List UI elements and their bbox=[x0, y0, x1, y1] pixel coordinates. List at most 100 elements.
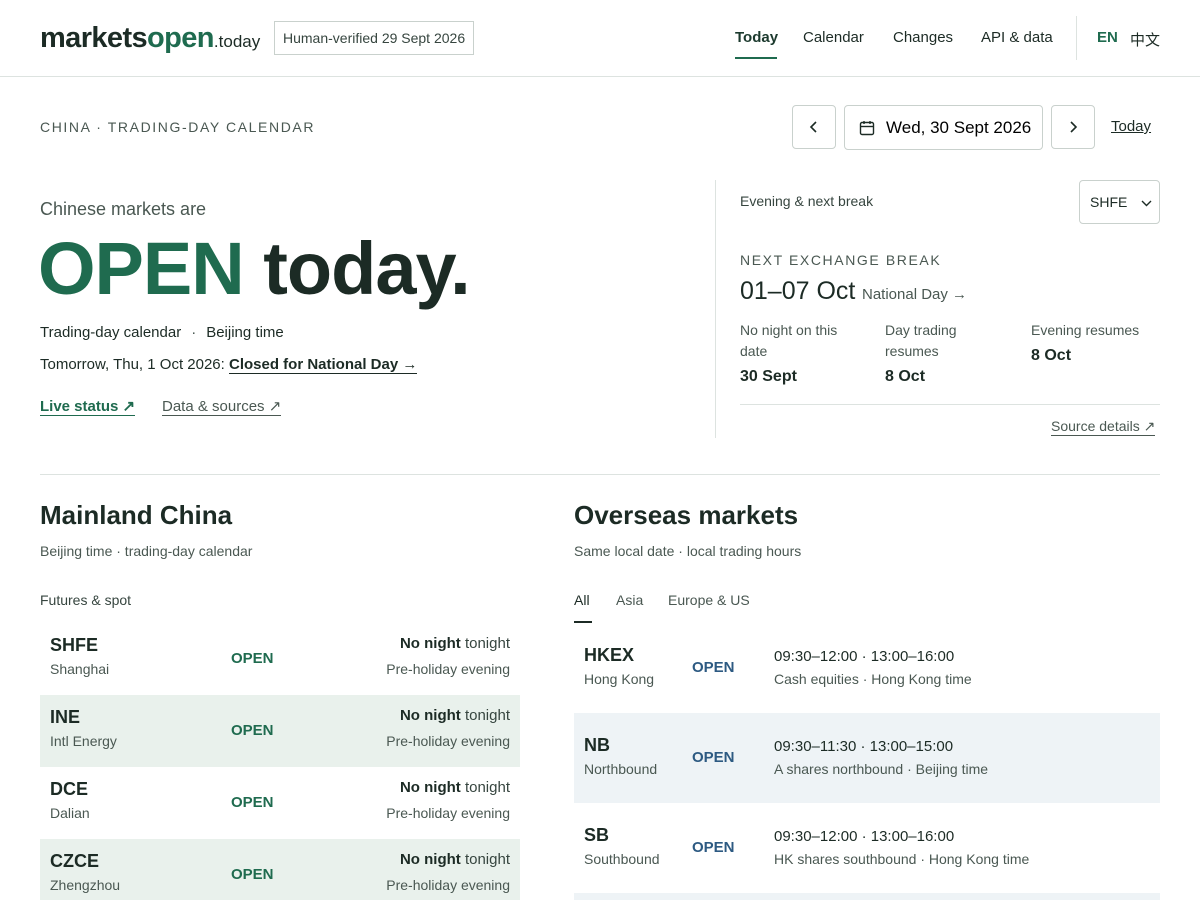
night-status-rest: tonight bbox=[464, 707, 510, 724]
night-status-rest: tonight bbox=[464, 635, 510, 652]
panel-divider bbox=[715, 180, 716, 438]
overseas-subtitle: Same local date · local trading hours bbox=[574, 543, 802, 559]
overseas-row-nb[interactable]: NB Northbound OPEN 09:30–11:30 · 13:00–1… bbox=[574, 713, 1160, 803]
exchange-code: CZCE bbox=[50, 851, 99, 871]
market-city: Southbound bbox=[584, 851, 660, 867]
exchange-city: Shanghai bbox=[50, 661, 110, 677]
next-break-holiday-link[interactable]: National Day → bbox=[862, 286, 967, 303]
status-badge: OPEN bbox=[692, 659, 735, 676]
exchange-select-value: SHFE bbox=[1090, 194, 1128, 210]
night-status: No night tonight bbox=[400, 707, 510, 724]
data-sources-link[interactable]: Data & sources ↗ bbox=[162, 397, 282, 416]
next-break-eyebrow: NEXT EXCHANGE BREAK bbox=[740, 252, 942, 268]
night-status-bold: No night bbox=[399, 707, 461, 724]
hero-meta: Trading-day calendar · Beijing time bbox=[40, 324, 284, 341]
selected-date: Wed, 30 Sept 2026 bbox=[886, 118, 1032, 137]
night-status-rest: tonight bbox=[464, 851, 510, 868]
tab-all[interactable]: All bbox=[574, 592, 590, 608]
chevron-down-icon bbox=[1141, 200, 1152, 207]
exchange-city: Intl Energy bbox=[50, 733, 117, 749]
night-status-bold: No night bbox=[399, 851, 461, 868]
verified-badge: Human-verified 29 Sept 2026 bbox=[274, 21, 475, 55]
mainland-row-dce[interactable]: DCE Dalian OPEN No night tonight Pre-hol… bbox=[40, 767, 520, 839]
panel-rule bbox=[740, 404, 1160, 405]
tomorrow-line: Tomorrow, Thu, 1 Oct 2026: Closed for Na… bbox=[40, 356, 418, 374]
status-badge: OPEN bbox=[231, 794, 274, 811]
meta-separator: · bbox=[191, 324, 197, 341]
hero-intro: Chinese markets are bbox=[40, 199, 207, 219]
nav-today[interactable]: Today bbox=[735, 29, 778, 46]
panel-label: Evening & next break bbox=[740, 193, 874, 209]
trading-hours: 09:30–12:00 · 13:00–16:00 bbox=[774, 648, 955, 665]
status-badge: OPEN bbox=[231, 866, 274, 883]
exchange-code: DCE bbox=[50, 779, 89, 799]
cell-value-evening-resumes: 8 Oct bbox=[1031, 347, 1072, 364]
trading-hours: 09:30–12:00 · 13:00–16:00 bbox=[774, 828, 955, 845]
tomorrow-prefix: Tomorrow, Thu, 1 Oct 2026: bbox=[40, 356, 225, 373]
lang-zh[interactable]: 中文 bbox=[1130, 29, 1160, 50]
live-status-link[interactable]: Live status ↗ bbox=[40, 397, 136, 416]
tab-europe-us[interactable]: Europe & US bbox=[668, 592, 750, 608]
mainland-row-ine[interactable]: INE Intl Energy OPEN No night tonight Pr… bbox=[40, 695, 520, 767]
date-picker-button[interactable]: Wed, 30 Sept 2026 bbox=[844, 105, 1043, 150]
tab-asia[interactable]: Asia bbox=[616, 592, 643, 608]
mainland-subtitle: Beijing time · trading-day calendar bbox=[40, 543, 253, 559]
night-status-bold: No night bbox=[399, 779, 461, 796]
market-description: Cash equities · Hong Kong time bbox=[774, 671, 972, 687]
lang-en[interactable]: EN bbox=[1097, 29, 1118, 46]
hero-today: today. bbox=[263, 227, 470, 310]
tomorrow-closed-link[interactable]: Closed for National Day → bbox=[228, 356, 418, 374]
session-note: Pre-holiday evening bbox=[386, 877, 510, 893]
night-status: No night tonight bbox=[400, 779, 510, 796]
today-link[interactable]: Today bbox=[1111, 118, 1151, 135]
status-badge: OPEN bbox=[231, 722, 274, 739]
market-city: Hong Kong bbox=[584, 671, 655, 687]
cell-label-no-night: No night on this date bbox=[740, 322, 838, 359]
exchange-code: INE bbox=[50, 707, 81, 727]
nav-api-data[interactable]: API & data bbox=[981, 29, 1053, 46]
cell-label-day-resumes: Day trading resumes bbox=[885, 322, 957, 359]
nav-active-indicator bbox=[735, 57, 777, 59]
market-description: HK shares southbound · Hong Kong time bbox=[774, 851, 1030, 867]
night-status: No night tonight bbox=[400, 635, 510, 652]
nav-changes[interactable]: Changes bbox=[893, 29, 953, 46]
mainland-row-shfe[interactable]: SHFE Shanghai OPEN No night tonight Pre-… bbox=[40, 623, 520, 695]
mainland-title: Mainland China bbox=[40, 500, 233, 530]
status-badge: OPEN bbox=[692, 839, 735, 856]
market-city: Northbound bbox=[584, 761, 658, 777]
overseas-row-partial bbox=[574, 893, 1160, 900]
night-status-bold: No night bbox=[399, 635, 461, 652]
next-break-range: 01–07 Oct bbox=[740, 277, 856, 305]
section-divider bbox=[40, 474, 1160, 475]
night-status-rest: tonight bbox=[464, 779, 510, 796]
nav-divider bbox=[1076, 16, 1077, 60]
calendar-icon bbox=[859, 121, 875, 136]
trading-hours: 09:30–11:30 · 13:00–15:00 bbox=[774, 738, 954, 755]
session-note: Pre-holiday evening bbox=[386, 805, 510, 821]
cell-value-day-resumes: 8 Oct bbox=[885, 368, 926, 385]
mainland-row-czce[interactable]: CZCE Zhengzhou OPEN No night tonight Pre… bbox=[40, 839, 520, 900]
market-code: NB bbox=[584, 735, 610, 755]
market-description: A shares northbound · Beijing time bbox=[774, 761, 989, 777]
logo-markets: markets bbox=[40, 22, 148, 54]
source-details-link[interactable]: Source details ↗ bbox=[1051, 418, 1156, 436]
session-note: Pre-holiday evening bbox=[386, 661, 510, 677]
exchange-select[interactable]: SHFE bbox=[1079, 180, 1160, 224]
overseas-title: Overseas markets bbox=[574, 500, 799, 530]
overseas-row-hkex[interactable]: HKEX Hong Kong OPEN 09:30–12:00 · 13:00–… bbox=[574, 623, 1160, 713]
exchange-city: Zhengzhou bbox=[50, 877, 121, 893]
session-note: Pre-holiday evening bbox=[386, 733, 510, 749]
logo-tld: .today bbox=[213, 32, 261, 51]
status-badge: OPEN bbox=[692, 749, 735, 766]
prev-day-button[interactable] bbox=[792, 105, 836, 149]
chevron-left-icon bbox=[809, 121, 817, 133]
nav-calendar[interactable]: Calendar bbox=[803, 29, 864, 46]
next-day-button[interactable] bbox=[1051, 105, 1095, 149]
market-code: SB bbox=[584, 825, 610, 845]
chevron-right-icon bbox=[1070, 121, 1078, 133]
site-logo[interactable]: marketsopen.today bbox=[40, 22, 260, 55]
logo-open: open bbox=[147, 22, 214, 54]
overseas-row-sb[interactable]: SB Southbound OPEN 09:30–12:00 · 13:00–1… bbox=[574, 803, 1160, 893]
top-header: marketsopen.today Human-verified 29 Sept… bbox=[0, 0, 1200, 77]
meta-calendar: Trading-day calendar bbox=[40, 324, 182, 341]
